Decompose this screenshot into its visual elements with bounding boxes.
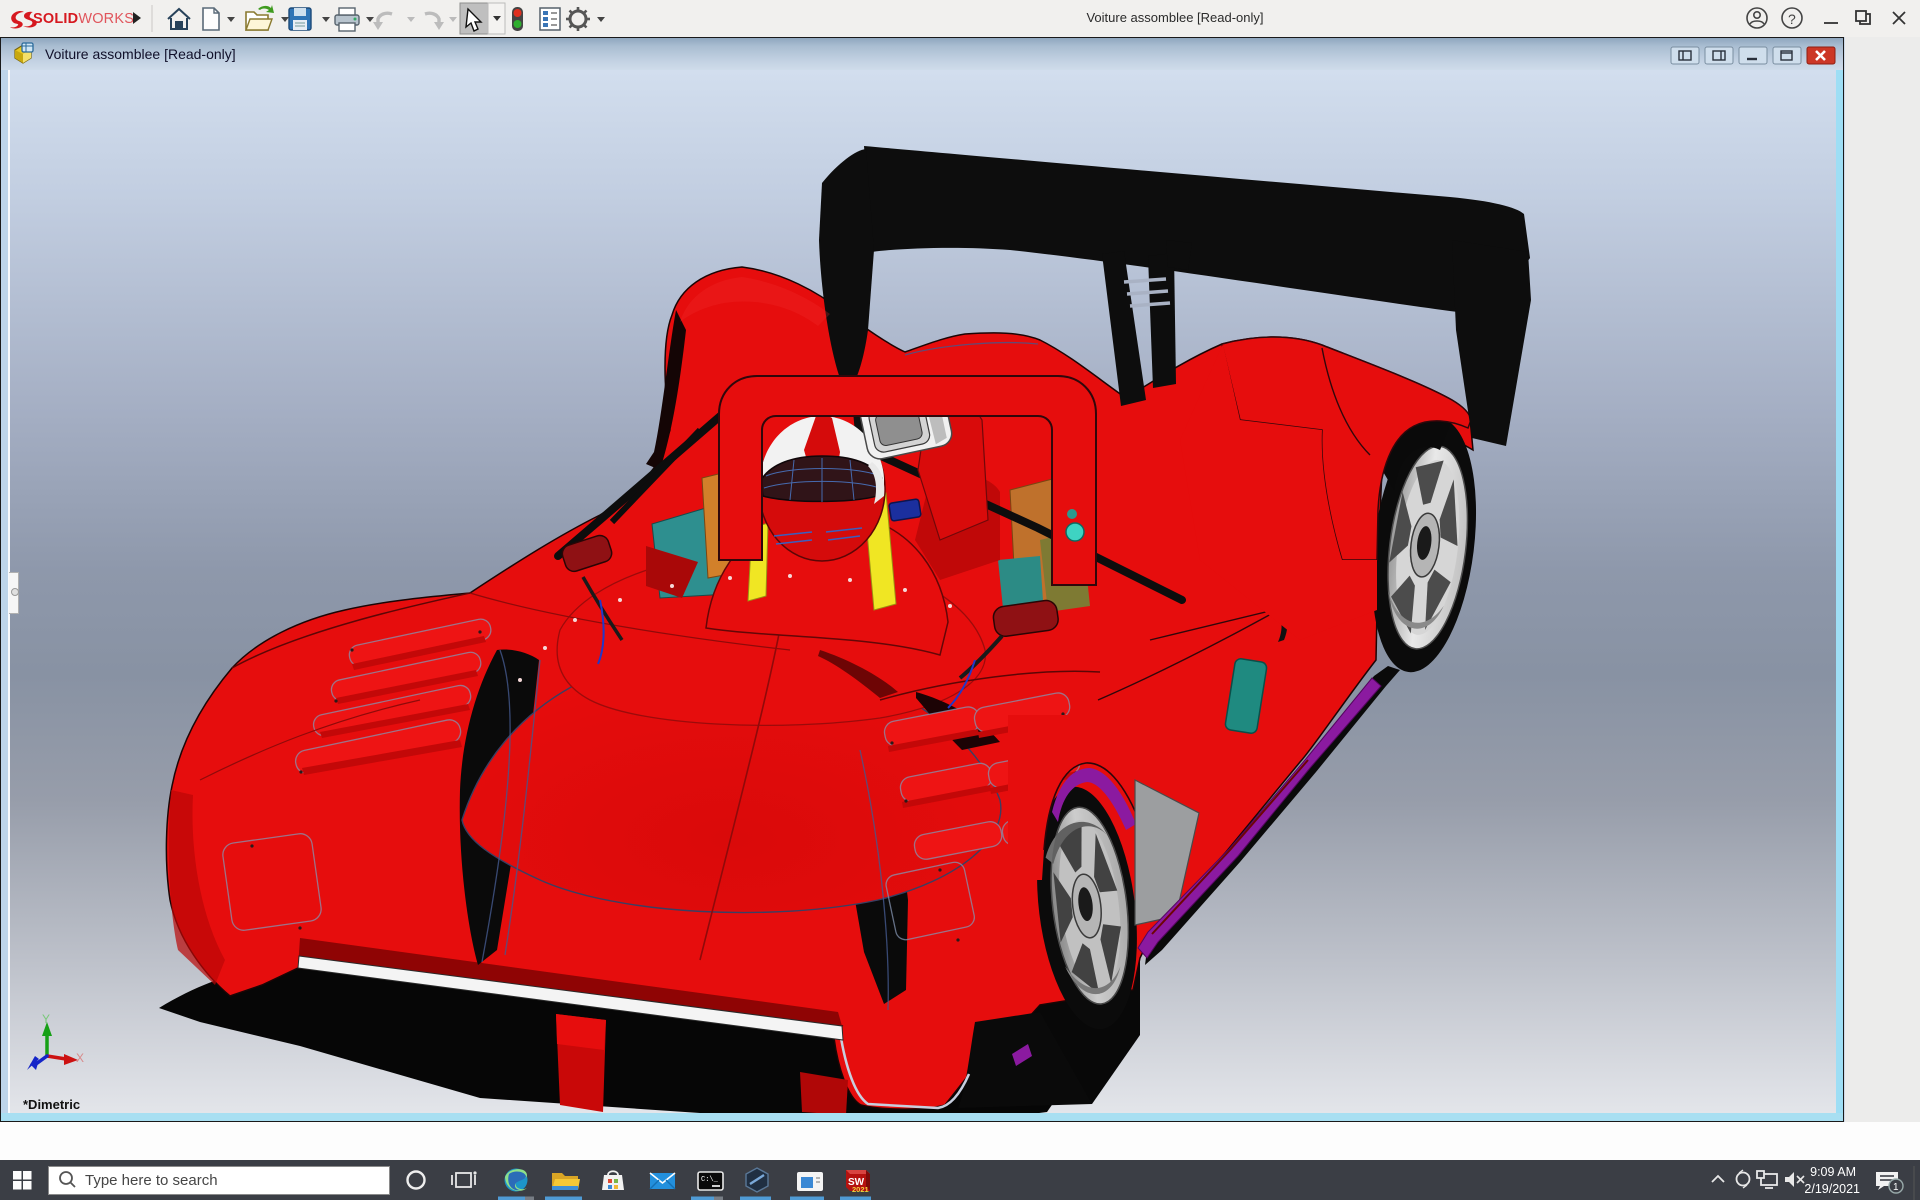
svg-text:?: ? xyxy=(1788,11,1796,27)
svg-text:C:\_: C:\_ xyxy=(701,1176,719,1184)
svg-text:SOLIDWORKS: SOLIDWORKS xyxy=(33,11,134,27)
svg-text:2/19/2021: 2/19/2021 xyxy=(1804,1182,1860,1196)
svg-text:1: 1 xyxy=(1893,1182,1899,1193)
svg-text:9:09 AM: 9:09 AM xyxy=(1810,1165,1856,1179)
svg-text:2021: 2021 xyxy=(852,1185,869,1194)
